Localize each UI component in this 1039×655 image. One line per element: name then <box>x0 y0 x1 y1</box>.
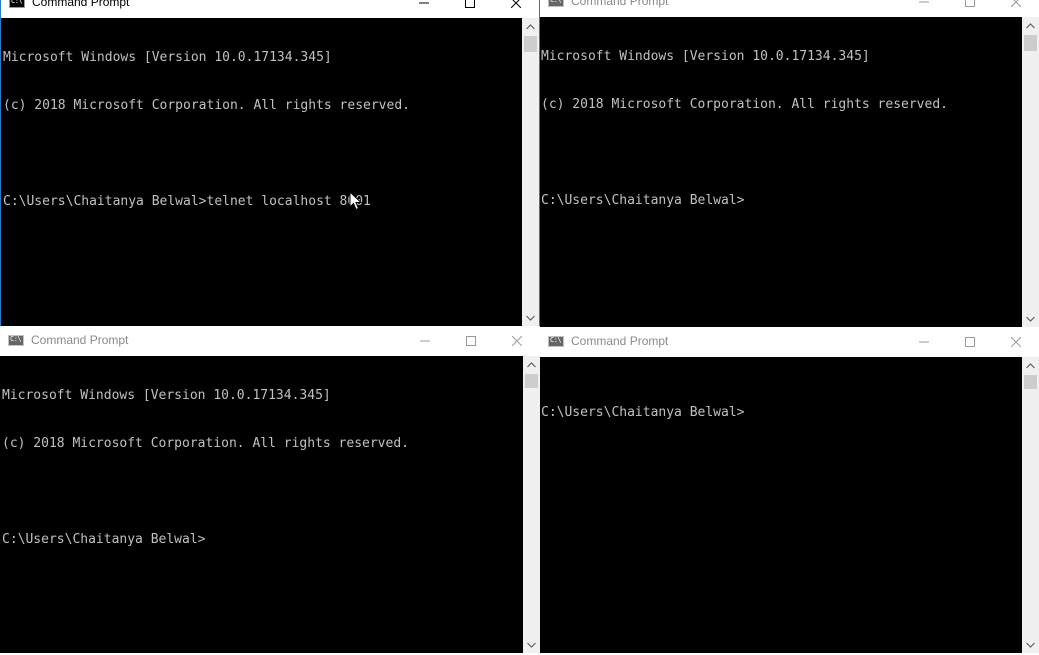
console-line: C:\Users\Chaitanya Belwal>telnet localho… <box>3 194 371 209</box>
scroll-up-button[interactable] <box>523 356 540 373</box>
scroll-thumb[interactable] <box>1024 35 1037 51</box>
title-bar[interactable]: Command Prompt <box>1 0 539 18</box>
vertical-scrollbar[interactable] <box>1022 357 1039 653</box>
scroll-thumb[interactable] <box>525 374 538 388</box>
cmd-icon <box>548 0 564 7</box>
cmd-window-bottom-left[interactable]: Command Prompt Microsoft Windows [Versio… <box>0 326 540 655</box>
chevron-down-icon <box>526 315 535 321</box>
minimize-button[interactable] <box>901 327 947 357</box>
console-line: Microsoft Windows [Version 10.0.17134.34… <box>2 388 331 403</box>
maximize-button[interactable] <box>447 0 493 18</box>
console-output: Microsoft Windows [Version 10.0.17134.34… <box>541 17 1022 327</box>
cmd-window-bottom-right[interactable]: Command Prompt C:\Users\Chaitanya Belwal… <box>540 327 1039 655</box>
chevron-down-icon <box>1026 642 1035 648</box>
maximize-icon <box>965 0 975 7</box>
minimize-button[interactable] <box>402 326 448 356</box>
console-line: Microsoft Windows [Version 10.0.17134.34… <box>3 50 332 65</box>
vertical-scrollbar[interactable] <box>522 18 539 326</box>
scroll-up-button[interactable] <box>1022 357 1039 374</box>
cmd-window-top-left[interactable]: Command Prompt Microsoft Windows [Versio… <box>0 0 540 327</box>
mouse-pointer-icon <box>349 191 362 211</box>
console-area[interactable]: C:\Users\Chaitanya Belwal> <box>540 357 1039 653</box>
chevron-down-icon <box>527 642 536 648</box>
maximize-icon <box>965 337 975 347</box>
title-bar[interactable]: Command Prompt <box>540 327 1039 357</box>
cmd-window-top-right[interactable]: Command Prompt Microsoft Windows [Versio… <box>540 0 1039 327</box>
close-icon <box>511 0 521 8</box>
minimize-icon <box>420 340 430 342</box>
scroll-down-button[interactable] <box>522 309 539 326</box>
maximize-button[interactable] <box>947 327 993 357</box>
console-output: Microsoft Windows [Version 10.0.17134.34… <box>2 356 523 653</box>
chevron-up-icon <box>1026 22 1035 28</box>
console-line: (c) 2018 Microsoft Corporation. All righ… <box>3 98 410 113</box>
minimize-button[interactable] <box>901 0 947 17</box>
console-area[interactable]: Microsoft Windows [Version 10.0.17134.34… <box>540 17 1039 327</box>
cmd-icon <box>548 336 564 347</box>
console-output: C:\Users\Chaitanya Belwal> <box>541 373 1022 653</box>
console-line: C:\Users\Chaitanya Belwal> <box>541 405 745 420</box>
console-area[interactable]: Microsoft Windows [Version 10.0.17134.34… <box>1 18 539 326</box>
console-line: Microsoft Windows [Version 10.0.17134.34… <box>541 49 870 64</box>
maximize-button[interactable] <box>448 326 494 356</box>
minimize-icon <box>919 1 929 3</box>
scroll-down-button[interactable] <box>523 636 540 653</box>
chevron-up-icon <box>1026 362 1035 368</box>
close-icon <box>512 336 522 346</box>
cmd-icon <box>8 335 24 346</box>
window-title: Command Prompt <box>571 334 669 348</box>
console-line: C:\Users\Chaitanya Belwal> <box>541 193 745 208</box>
console-output: Microsoft Windows [Version 10.0.17134.34… <box>3 18 522 326</box>
maximize-button[interactable] <box>947 0 993 17</box>
window-title: Command Prompt <box>32 0 130 9</box>
window-title: Command Prompt <box>571 0 669 8</box>
title-bar[interactable]: Command Prompt <box>540 0 1039 17</box>
minimize-button[interactable] <box>401 0 447 18</box>
window-title: Command Prompt <box>31 333 129 347</box>
chevron-down-icon <box>1026 316 1035 322</box>
close-button[interactable] <box>993 327 1039 357</box>
minimize-icon <box>419 2 429 4</box>
close-button[interactable] <box>993 0 1039 17</box>
close-icon <box>1011 0 1021 7</box>
console-line: (c) 2018 Microsoft Corporation. All righ… <box>2 436 409 451</box>
chevron-up-icon <box>527 361 536 367</box>
scroll-up-button[interactable] <box>1022 17 1039 34</box>
cmd-icon <box>9 0 25 8</box>
scroll-thumb[interactable] <box>1024 375 1037 389</box>
vertical-scrollbar[interactable] <box>523 356 540 653</box>
scroll-up-button[interactable] <box>522 18 539 35</box>
close-button[interactable] <box>493 0 539 18</box>
console-area[interactable]: Microsoft Windows [Version 10.0.17134.34… <box>0 356 540 653</box>
scroll-thumb[interactable] <box>524 36 537 52</box>
title-bar[interactable]: Command Prompt <box>0 326 540 356</box>
console-line: (c) 2018 Microsoft Corporation. All righ… <box>541 97 948 112</box>
maximize-icon <box>465 0 475 8</box>
chevron-up-icon <box>526 23 535 29</box>
close-icon <box>1011 337 1021 347</box>
close-button[interactable] <box>494 326 540 356</box>
vertical-scrollbar[interactable] <box>1022 17 1039 327</box>
minimize-icon <box>919 341 929 343</box>
console-line: C:\Users\Chaitanya Belwal> <box>2 532 206 547</box>
maximize-icon <box>466 336 476 346</box>
scroll-down-button[interactable] <box>1022 310 1039 327</box>
scroll-down-button[interactable] <box>1022 636 1039 653</box>
